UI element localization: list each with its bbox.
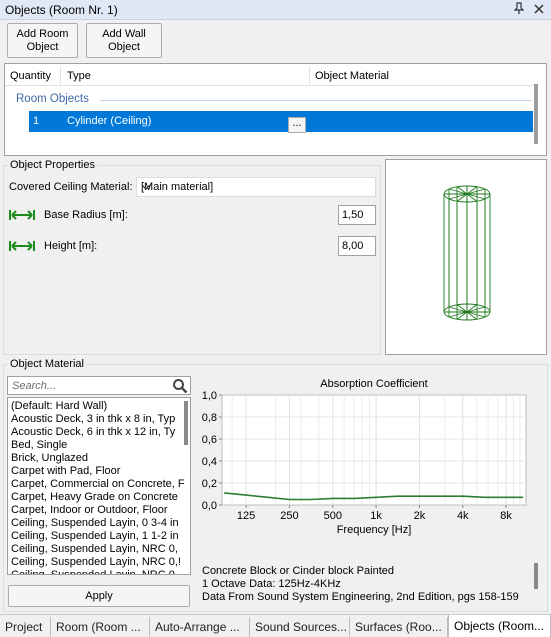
base-radius-label: Base Radius [m]: [44,209,128,221]
group-divider [100,100,532,101]
absorption-coefficient-chart: Absorption Coefficient 1,0 0,8 0,6 0,4 0,2 0,0… [202,378,527,536]
list-item[interactable]: Ceiling, Suspended Layin, NRC 0, [11,543,178,556]
height-value: 8,00 [342,240,364,252]
covered-ceiling-material-select[interactable]: [Main material] [136,177,376,197]
material-info-line-3: Data From Sound System Engineering, 2nd … [202,591,519,603]
close-icon[interactable] [531,3,547,17]
tab-strip: Project Room (Room ... Auto-Arrange ... Sou… [0,614,551,637]
list-item[interactable]: Carpet, Heavy Grade on Concrete [11,491,178,504]
tab-4[interactable]: Surfaces (Roo... [350,617,448,637]
object-material-browse-button[interactable]: ... [288,117,306,133]
list-item[interactable]: Ceiling, Suspended Layin, 0 3-4 in [11,517,179,530]
x-tick-label: 8k [500,510,512,522]
chart-title: Absorption Coefficient [320,378,427,390]
base-radius-value: 1,50 [342,209,364,221]
material-info-line-1: Concrete Block or Cinder block Painted [202,565,394,577]
column-object-material[interactable]: Object Material [315,70,389,82]
list-item[interactable]: Ceiling, Suspended Layin, NRC 0, [11,569,178,574]
list-item[interactable]: (Default: Hard Wall) [11,400,107,413]
add-room-object-button[interactable]: Add Room Object [7,23,78,58]
y-tick-label: 0,6 [202,434,217,446]
x-tick-label: 125 [237,510,255,522]
object-material-title: Object Material [8,358,86,370]
x-tick-label: 250 [280,510,298,522]
x-tick-label: 2k [414,510,426,522]
list-item[interactable]: Ceiling, Suspended Layin, NRC 0,! [11,556,181,569]
list-header: Quantity Type Object Material [5,64,533,86]
add-wall-object-button[interactable]: Add Wall Object [86,23,162,58]
list-item[interactable]: Brick, Unglazed [11,452,88,465]
cylinder-wireframe-icon [443,185,491,321]
list-item[interactable]: Bed, Single [11,439,67,452]
info-scrollbar[interactable] [534,563,538,589]
panel-title: Objects (Room Nr. 1) [5,2,118,17]
base-radius-input[interactable]: 1,50 [338,205,376,225]
list-item[interactable]: Carpet, Commercial on Concrete, F [11,478,185,491]
pin-icon[interactable] [511,2,527,17]
list-scrollbar[interactable] [534,84,538,144]
column-type[interactable]: Type [67,70,91,82]
apply-button[interactable]: Apply [8,585,190,607]
y-tick-label: 0,4 [202,456,217,468]
list-item[interactable]: Carpet with Pad, Floor [11,465,120,478]
x-tick-label: 4k [457,510,469,522]
height-label: Height [m]: [44,240,98,252]
tab-1[interactable]: Room (Room ... [51,617,150,637]
search-input[interactable]: Search... [12,380,56,392]
tab-0[interactable]: Project [0,617,51,637]
object-properties-title: Object Properties [8,159,97,171]
row-quantity: 1 [33,115,40,127]
tab-2[interactable]: Auto-Arrange ... [150,617,250,637]
dimension-height-icon [9,241,35,251]
chevron-down-icon [141,180,371,197]
material-list-scrollbar[interactable] [184,401,188,445]
dimension-width-icon [9,210,35,220]
height-input[interactable]: 8,00 [338,236,376,256]
material-info-line-2: 1 Octave Data: 125Hz-4KHz [202,578,341,590]
y-tick-label: 0,0 [202,500,217,512]
panel-titlebar: Objects (Room Nr. 1) [0,0,551,20]
table-row[interactable]: 1 Cylinder (Ceiling) [29,111,533,132]
object-3d-preview[interactable] [385,159,547,355]
group-header-room-objects[interactable]: Room Objects [16,93,89,105]
material-list[interactable]: (Default: Hard Wall) Acoustic Deck, 3 in … [7,397,191,575]
search-icon[interactable] [172,378,188,394]
list-item[interactable]: Carpet, Indoor or Outdoor, Floor [11,504,168,517]
covered-ceiling-material-label: Covered Ceiling Material: [9,181,133,193]
tab-5[interactable]: Objects (Room... [448,615,551,637]
objects-list[interactable]: Quantity Type Object Material Room Objec… [4,63,547,156]
list-item[interactable]: Ceiling, Suspended Layin, 1 1-2 in [11,530,179,543]
x-axis-label: Frequency [Hz] [337,524,412,536]
y-tick-label: 0,8 [202,412,217,424]
x-tick-label: 500 [324,510,342,522]
tab-3[interactable]: Sound Sources... [250,617,350,637]
list-item[interactable]: Acoustic Deck, 3 in thk x 8 in, Typ [11,413,175,426]
y-tick-label: 0,2 [202,478,217,490]
list-item[interactable]: Acoustic Deck, 6 in thk x 12 in, Ty [11,426,175,439]
column-quantity[interactable]: Quantity [10,70,51,82]
material-search-field[interactable]: Search... [7,376,191,395]
y-tick-label: 1,0 [202,390,217,402]
row-type: Cylinder (Ceiling) [67,115,152,127]
x-tick-label: 1k [370,510,382,522]
plot-area [221,394,527,506]
